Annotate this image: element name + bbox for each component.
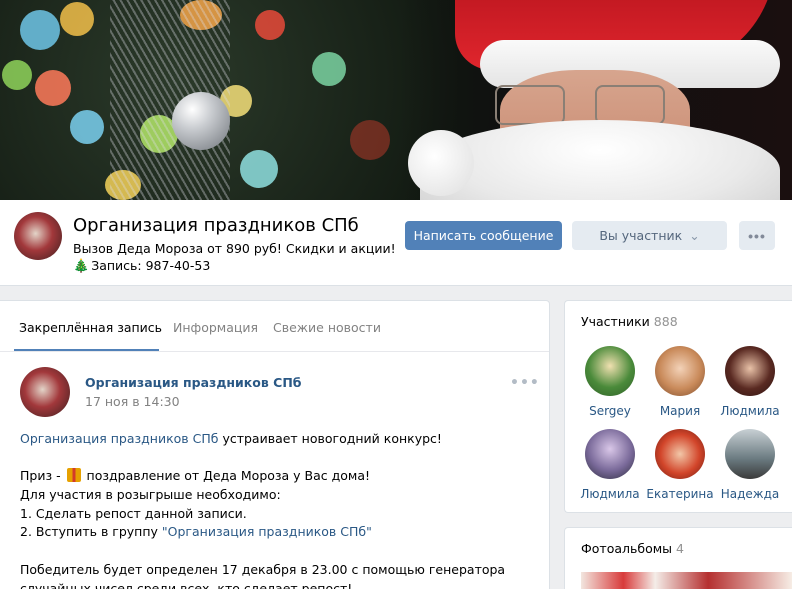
post-menu-icon[interactable]: ••• (510, 375, 540, 391)
bokeh-light (20, 10, 60, 50)
phone-text: Запись: 987-40-53 (91, 258, 211, 273)
member-item[interactable]: Людмила (714, 346, 786, 418)
avatar (585, 429, 635, 479)
album-thumbnail[interactable] (581, 572, 792, 589)
group-status: Вызов Деда Мороза от 890 руб! Скидки и а… (73, 241, 396, 256)
post-text-line: Победитель будет определен 17 декабря в … (20, 561, 506, 577)
post-date[interactable]: 17 ноя в 14:30 (85, 394, 180, 409)
bokeh-light (2, 60, 32, 90)
member-item[interactable]: Екатерина (644, 429, 716, 501)
member-status-button[interactable]: Вы участник ⌄ (572, 221, 727, 250)
tab-latest-news[interactable]: Свежие новости (273, 320, 381, 335)
group-phone: 🎄 Запись: 987-40-53 (73, 258, 210, 274)
members-title-label: Участники (581, 314, 650, 329)
avatar (655, 429, 705, 479)
albums-title-label: Фотоальбомы (581, 541, 673, 556)
tab-info[interactable]: Информация (173, 320, 258, 335)
bokeh-light (70, 110, 104, 144)
post-author-link[interactable]: Организация праздников СПб (85, 375, 302, 390)
christmas-ornament (172, 92, 230, 150)
post-text-segment: поздравление от Деда Мороза у Вас дома! (82, 468, 371, 484)
member-name: Мария (659, 404, 701, 418)
avatar (725, 429, 775, 479)
post-text-segment: устраивает новогодний конкурс! (218, 431, 442, 446)
bokeh-light (35, 70, 71, 106)
chevron-down-icon: ⌄ (689, 228, 700, 243)
cover-image (0, 0, 792, 200)
group-mention-link[interactable]: Организация праздников СПб (20, 431, 218, 446)
bokeh-light (255, 10, 285, 40)
wall-post-card: Закреплённая запись Информация Свежие но… (0, 300, 550, 589)
christmas-tree-icon: 🎄 (73, 259, 90, 274)
member-name: Людмила (720, 404, 780, 418)
gift-icon (66, 468, 81, 483)
member-item[interactable]: Мария (644, 346, 716, 418)
members-count: 888 (653, 314, 678, 329)
wall-tabs: Закреплённая запись Информация Свежие но… (0, 301, 549, 352)
bokeh-light (350, 120, 390, 160)
members-block: Участники 888 Sergey Мария Людмила Людмил… (564, 300, 792, 513)
member-name: Екатерина (646, 487, 714, 501)
write-message-button[interactable]: Написать сообщение (405, 221, 562, 250)
member-item[interactable]: Надежда (714, 429, 786, 501)
post-text-line: Для участия в розыгрыше необходимо: (20, 487, 281, 503)
member-item[interactable]: Людмила (574, 429, 646, 501)
member-name: Надежда (720, 487, 780, 501)
post-text-segment: Приз - (20, 468, 65, 484)
member-name: Людмила (580, 487, 640, 501)
member-status-label: Вы участник (599, 228, 683, 243)
tab-pinned-post[interactable]: Закреплённая запись (19, 320, 162, 335)
active-tab-indicator (14, 349, 159, 351)
avatar (585, 346, 635, 396)
post-text-segment: 2. Вступить в группу (20, 524, 162, 540)
member-item[interactable]: Sergey (574, 346, 646, 418)
members-title[interactable]: Участники 888 (581, 314, 678, 329)
more-actions-button[interactable]: ••• (739, 221, 775, 250)
page-title: Организация праздников СПб (73, 215, 359, 236)
photo-albums-block: Фотоальбомы 4 (564, 527, 792, 589)
albums-count: 4 (676, 541, 684, 556)
group-header: Организация праздников СПб Вызов Деда Мо… (0, 200, 792, 286)
bokeh-light (60, 2, 94, 36)
post-text-line: случайных чисел среди всех, кто сделает … (20, 580, 353, 589)
avatar (725, 346, 775, 396)
bokeh-light (312, 52, 346, 86)
post-text-line: 1. Сделать репост данной записи. (20, 505, 247, 521)
member-name: Sergey (589, 404, 631, 418)
santa-pompom (408, 130, 474, 196)
bokeh-light (240, 150, 278, 188)
albums-title[interactable]: Фотоальбомы 4 (581, 541, 684, 556)
group-avatar[interactable] (14, 212, 62, 260)
group-mention-link[interactable]: "Организация праздников СПб" (162, 524, 372, 539)
avatar (655, 346, 705, 396)
post-body: Организация праздников СПб устраивает но… (20, 430, 540, 589)
post-author-avatar[interactable] (20, 367, 70, 417)
